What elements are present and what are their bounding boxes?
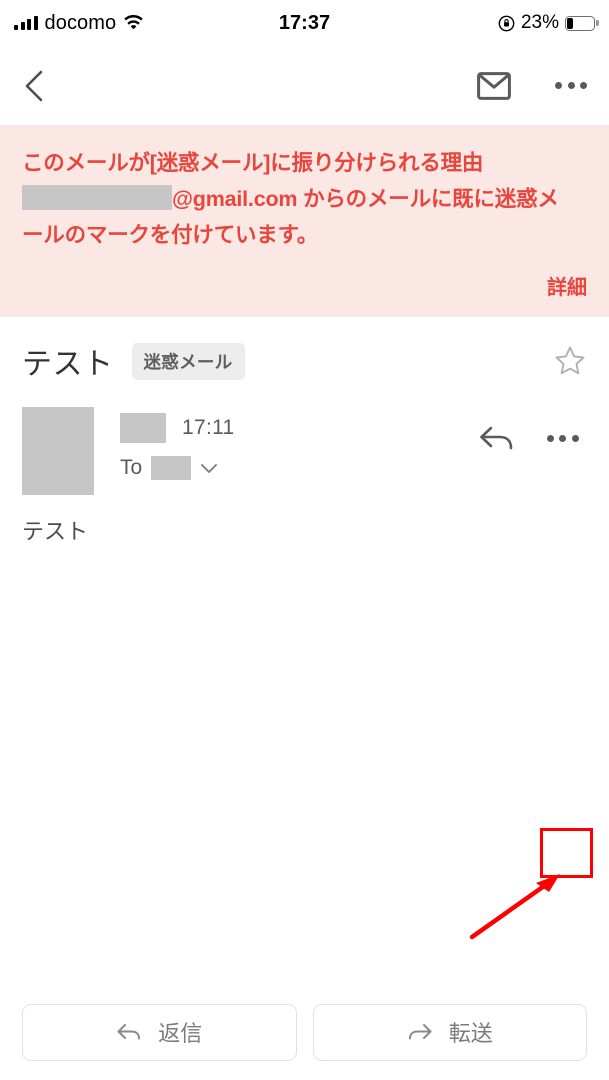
more-horizontal-icon-dot2 (567, 82, 575, 89)
bottom-action-bar: 返信 転送 (0, 984, 609, 1080)
star-outline-icon (555, 346, 585, 375)
spam-detail-link[interactable]: 詳細 (547, 271, 587, 300)
status-bar-right: 23% (498, 12, 599, 34)
message-reply-button[interactable] (478, 423, 516, 453)
back-button[interactable] (22, 69, 56, 103)
forward-button-label: 転送 (448, 1021, 493, 1046)
status-bar: docomo 17:37 23% (0, 0, 609, 46)
spam-banner-body-line1: @gmail.com からのメールに既に迷惑メ (22, 181, 587, 217)
redacted-recipient (151, 456, 192, 480)
spam-warning-banner: このメールが[迷惑メール]に振り分けられる理由 @gmail.com からのメー… (0, 125, 609, 317)
reply-button[interactable]: 返信 (22, 1003, 297, 1061)
status-bar-left: docomo (14, 12, 144, 35)
annotation-arrow (469, 874, 560, 940)
signal-bars-icon (14, 16, 38, 30)
reply-arrow-icon (480, 426, 513, 450)
more-horizontal-icon-dot3 (580, 82, 587, 89)
message-body: テスト (22, 519, 89, 544)
redacted-sender-address (22, 185, 172, 210)
spam-banner-title: このメールが[迷惑メール]に振り分けられる理由 (22, 151, 484, 175)
spam-banner-footer: 詳細 (22, 271, 587, 300)
sender-meta: 17:11 To (120, 407, 235, 495)
spam-badge: 迷惑メール (131, 342, 245, 380)
subject-row: テスト 迷惑メール (0, 317, 609, 393)
avatar (22, 407, 94, 495)
reply-button-label: 返信 (158, 1021, 203, 1046)
more-horizontal-icon (546, 435, 579, 442)
chevron-down-icon (201, 463, 218, 473)
subject-text: テスト (22, 348, 114, 381)
annotation-highlight-box (540, 828, 593, 878)
wifi-icon (124, 15, 143, 30)
battery-percent-label: 23% (520, 12, 559, 33)
carrier-label: docomo (44, 11, 117, 34)
sender-row: 17:11 To (0, 393, 609, 940)
forward-arrow-icon (408, 1024, 432, 1040)
sender-name-row: 17:11 (120, 413, 235, 443)
message-actions (478, 407, 587, 495)
rotation-lock-icon (498, 15, 515, 31)
battery-icon (565, 15, 599, 31)
spam-banner-body-line2: ールのマークを付けています。 (22, 223, 319, 247)
nav-bar-actions (477, 71, 587, 100)
envelope-icon (477, 71, 511, 100)
chevron-left-icon (25, 70, 43, 101)
mark-unread-button[interactable] (477, 71, 511, 100)
forward-button[interactable]: 転送 (312, 1003, 587, 1061)
sent-time-label: 17:11 (182, 416, 235, 439)
reply-arrow-icon (117, 1024, 141, 1040)
more-horizontal-icon (555, 82, 562, 89)
recipient-row[interactable]: To (120, 456, 235, 480)
nav-more-button[interactable] (555, 82, 587, 89)
nav-bar (0, 46, 609, 125)
spam-banner-body-text1: @gmail.com からのメールに既に迷惑メ (172, 187, 559, 211)
redacted-sender-name (120, 413, 166, 443)
star-button[interactable] (553, 344, 587, 378)
to-label: To (120, 456, 143, 479)
message-more-button[interactable] (538, 414, 587, 463)
